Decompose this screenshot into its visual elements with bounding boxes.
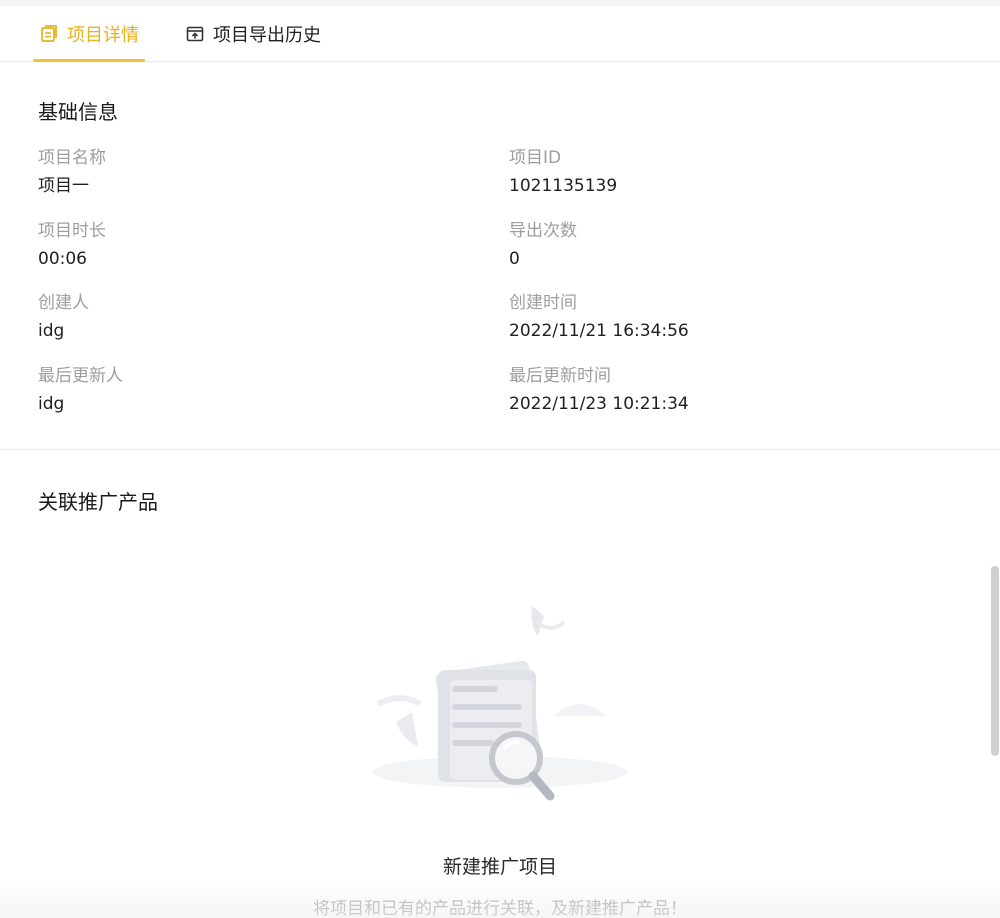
field-value: 2022/11/21 16:34:56: [509, 321, 689, 341]
field-value: 00:06: [38, 249, 87, 269]
tab-export-history[interactable]: 项目导出历史: [185, 6, 321, 62]
field-value: 2022/11/23 10:21:34: [509, 394, 689, 414]
field-label: 导出次数: [509, 221, 577, 241]
field-label: 创建时间: [509, 293, 577, 313]
empty-state-title: 新建推广项目: [442, 856, 557, 878]
field-value: idg: [38, 394, 65, 414]
field-value: 0: [509, 249, 520, 269]
field-label: 项目名称: [38, 148, 106, 168]
tab-label: 项目详情: [67, 25, 139, 46]
document-icon: [39, 24, 59, 44]
field-project-name: 项目名称 项目一: [38, 147, 106, 197]
field-project-id: 项目ID 1021135139: [509, 147, 617, 197]
section-divider: [0, 449, 1000, 450]
field-label: 创建人: [38, 293, 89, 313]
tab-project-details[interactable]: 项目详情: [33, 6, 145, 62]
field-value: 项目一: [38, 176, 89, 196]
project-detail-panel: 项目详情 项目导出历史 基础信息 项目名称 项目一 项目ID 102113513…: [0, 0, 1000, 918]
scrollbar[interactable]: [990, 6, 1000, 756]
field-label: 项目ID: [509, 148, 562, 168]
field-value: 1021135139: [509, 176, 618, 196]
field-last-updated-time: 最后更新时间 2022/11/23 10:21:34: [509, 365, 689, 415]
related-products-title: 关联推广产品: [38, 490, 158, 514]
empty-state-description: 将项目和已有的产品进行关联，及新建推广产品！: [313, 899, 687, 918]
tab-label: 项目导出历史: [213, 25, 321, 46]
tab-bar: 项目详情 项目导出历史: [0, 6, 1000, 62]
field-label: 最后更新时间: [509, 366, 611, 386]
export-box-icon: [185, 24, 205, 44]
field-last-updater: 最后更新人 idg: [38, 365, 123, 415]
basic-info-title: 基础信息: [38, 100, 118, 124]
field-value: idg: [38, 321, 65, 341]
field-export-count: 导出次数 0: [509, 220, 577, 270]
field-label: 最后更新人: [38, 366, 123, 386]
empty-document-search-illustration: [360, 596, 640, 812]
field-created-time: 创建时间 2022/11/21 16:34:56: [509, 292, 689, 342]
field-label: 项目时长: [38, 221, 106, 241]
scrollbar-thumb[interactable]: [991, 566, 999, 756]
field-creator: 创建人 idg: [38, 292, 89, 342]
field-project-duration: 项目时长 00:06: [38, 220, 106, 270]
